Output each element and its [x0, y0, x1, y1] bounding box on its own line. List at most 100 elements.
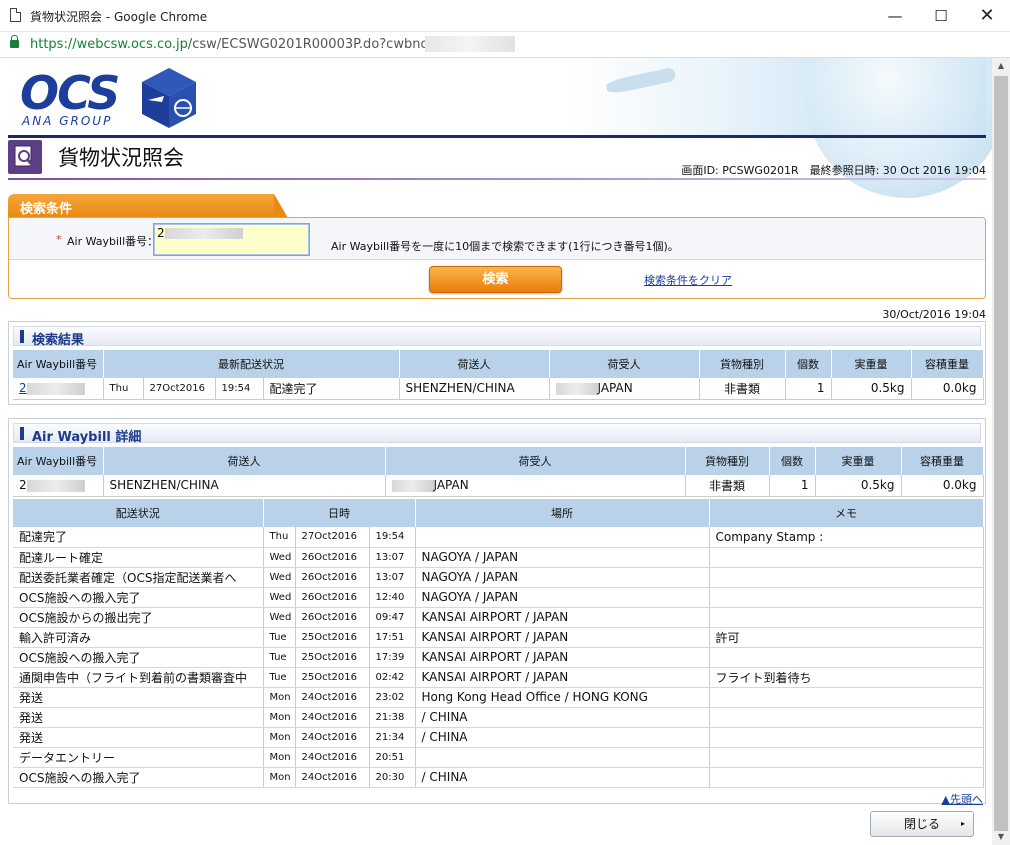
- history-time-cell: 17:39: [369, 647, 416, 668]
- history-date-cell: 24Oct2016: [295, 707, 370, 728]
- status-cell: 配達完了: [263, 378, 400, 400]
- history-day-cell: Mon: [263, 767, 296, 788]
- close-window-button[interactable]: ✕: [964, 0, 1010, 32]
- scroll-up-icon[interactable]: ▲: [992, 58, 1010, 74]
- table-row[interactable]: 2 Thu 27Oct2016 19:54 配達完了 SHENZHEN/CHIN…: [13, 378, 984, 400]
- history-day-cell: Tue: [263, 627, 296, 648]
- history-date-cell: 26Oct2016: [295, 567, 370, 588]
- history-day-cell: Mon: [263, 727, 296, 748]
- history-time-cell: 23:02: [369, 687, 416, 708]
- maximize-button[interactable]: ☐: [918, 0, 964, 32]
- history-status-cell: データエントリー: [13, 747, 264, 768]
- history-date-cell: 24Oct2016: [295, 747, 370, 768]
- delivery-history-table: 配送状況 日時 場所 メモ 配達完了 Thu 27Oct2016 19:54 Compa…: [13, 499, 984, 788]
- col-pieces: 個数: [785, 350, 832, 378]
- awb-cell[interactable]: 2: [13, 378, 104, 400]
- search-button[interactable]: 検索: [429, 266, 562, 293]
- date-cell: 27Oct2016: [143, 378, 216, 400]
- history-date-cell: 26Oct2016: [295, 587, 370, 608]
- history-memo-cell: [709, 747, 984, 768]
- result-timestamp: 30/Oct/2016 19:04: [882, 308, 986, 321]
- table-row: 配達ルート確定 Wed 26Oct2016 13:07 NAGOYA / JAPAN: [13, 547, 984, 568]
- history-memo-cell: [709, 767, 984, 788]
- table-row: OCS施設からの搬出完了 Wed 26Oct2016 09:47 KANSAI AIRP…: [13, 607, 984, 628]
- minimize-button[interactable]: —: [872, 0, 918, 32]
- search-results-header: 検索結果: [13, 326, 981, 348]
- close-page-button[interactable]: 閉じる ▸: [870, 811, 974, 837]
- required-mark: *: [56, 233, 62, 246]
- history-memo-cell: [709, 547, 984, 568]
- table-row: OCS施設への搬入完了 Tue 25Oct2016 17:39 KANSAI AIRPO…: [13, 647, 984, 668]
- history-status-cell: 配達ルート確定: [13, 547, 264, 568]
- history-time-cell: 12:40: [369, 587, 416, 608]
- col-consignee: 荷受人: [385, 447, 686, 475]
- pieces-cell: 1: [785, 378, 832, 400]
- history-day-cell: Tue: [263, 667, 296, 688]
- consignee-redacted: [391, 479, 434, 492]
- history-date-cell: 26Oct2016: [295, 547, 370, 568]
- history-place-cell: Hong Kong Head Office / HONG KONG: [415, 687, 710, 708]
- cargo-type-cell: 非書類: [685, 475, 770, 497]
- clear-conditions-link[interactable]: 検索条件をクリア: [644, 272, 732, 288]
- day-cell: Thu: [103, 378, 144, 400]
- scrollbar-thumb[interactable]: [994, 76, 1008, 831]
- awb-input-value: 2: [157, 226, 165, 240]
- awb-detail-header: Air Waybill 詳細: [13, 423, 981, 445]
- history-day-cell: Wed: [263, 607, 296, 628]
- screen-meta-info: 画面ID: PCSWG0201R 最終参照日時: 30 Oct 2016 19:…: [681, 164, 986, 177]
- history-status-cell: 配送委託業者確定（OCS指定配送業者へ: [13, 567, 264, 588]
- history-status-cell: 発送: [13, 707, 264, 728]
- header-banner-image: [566, 58, 992, 198]
- history-date-cell: 25Oct2016: [295, 647, 370, 668]
- vertical-scrollbar[interactable]: ▲ ▼: [992, 58, 1010, 845]
- history-date-cell: 24Oct2016: [295, 687, 370, 708]
- search-results-table: Air Waybill番号 最新配送状況 荷送人 荷受人 貨物種別 個数 実重量…: [13, 350, 984, 400]
- history-time-cell: 13:07: [369, 547, 416, 568]
- table-row: 2 SHENZHEN/CHINA JAPAN 非書類 1 0.5kg 0.0kg: [13, 475, 984, 497]
- ana-group-label: ANA GROUP: [22, 114, 113, 128]
- history-day-cell: Mon: [263, 707, 296, 728]
- awb-number-link[interactable]: 2: [19, 381, 27, 395]
- url-path-part: /csw/ECSWG0201R00003P.do?cwbno=2: [187, 37, 448, 52]
- history-memo-cell: [709, 567, 984, 588]
- history-status-cell: OCS施設への搬入完了: [13, 647, 264, 668]
- document-icon: [10, 8, 21, 22]
- volume-weight-cell: 0.0kg: [911, 378, 984, 400]
- window-titlebar: 貨物状況照会 - Google Chrome — ☐ ✕: [0, 0, 1010, 32]
- awb-input-row: * Air Waybill番号： 2 Air Waybill番号を一度に10個ま…: [9, 218, 985, 260]
- awb-number-input[interactable]: 2: [153, 223, 310, 256]
- back-to-top-link[interactable]: ▲先頭へ: [942, 791, 983, 807]
- awb-detail-title: Air Waybill 詳細: [32, 430, 142, 445]
- history-date-cell: 24Oct2016: [295, 767, 370, 788]
- cube-logo-icon: [142, 68, 196, 128]
- history-status-cell: OCS施設への搬入完了: [13, 587, 264, 608]
- close-page-label: 閉じる: [903, 817, 940, 831]
- col-awb: Air Waybill番号: [13, 447, 104, 475]
- history-place-cell: NAGOYA / JAPAN: [415, 547, 710, 568]
- window-title: 貨物状況照会 - Google Chrome: [30, 10, 208, 24]
- tab-corner: [274, 194, 288, 218]
- address-bar[interactable]: https://webcsw.ocs.co.jp/csw/ECSWG0201R0…: [0, 32, 1010, 58]
- consignee-text: JAPAN: [433, 478, 469, 493]
- history-time-cell: 02:42: [369, 667, 416, 688]
- awb-redacted: [26, 382, 85, 395]
- table-row: 輸入許可済み Tue 25Oct2016 17:51 KANSAI AIRPORT / …: [13, 627, 984, 648]
- search-results-title: 検索結果: [32, 333, 85, 348]
- history-memo-cell: [709, 607, 984, 628]
- section-marker: [20, 427, 24, 440]
- caret-right-icon: ▸: [960, 819, 965, 828]
- history-memo-cell: Company Stamp :: [709, 527, 984, 548]
- url-text[interactable]: https://webcsw.ocs.co.jp/csw/ECSWG0201R0…: [30, 37, 448, 52]
- history-status-cell: 輸入許可済み: [13, 627, 264, 648]
- awb-detail-table: Air Waybill番号 荷送人 荷受人 貨物種別 個数 実重量 容積重量 2…: [13, 447, 984, 497]
- history-time-cell: 17:51: [369, 627, 416, 648]
- url-redacted: [425, 36, 515, 52]
- volume-weight-cell: 0.0kg: [901, 475, 984, 497]
- col-place: 場所: [415, 499, 710, 527]
- history-status-cell: 発送: [13, 727, 264, 748]
- scroll-down-icon[interactable]: ▼: [992, 829, 1010, 845]
- col-cargo-type: 貨物種別: [685, 447, 770, 475]
- awb-redacted: [26, 479, 85, 492]
- history-status-cell: 配達完了: [13, 527, 264, 548]
- history-time-cell: 19:54: [369, 527, 416, 548]
